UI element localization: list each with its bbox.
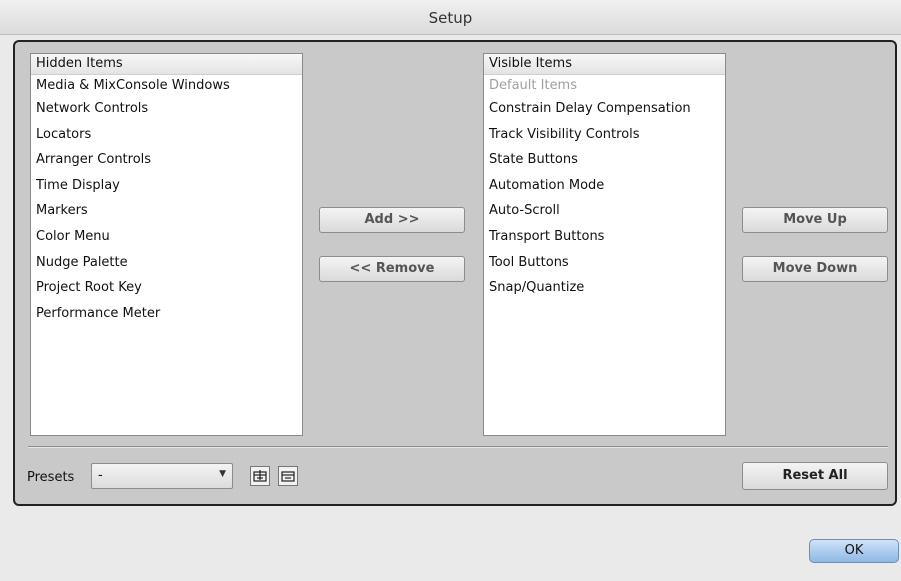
chevron-down-icon: ▼ xyxy=(219,469,226,479)
list-item[interactable]: Markers xyxy=(31,198,302,224)
delete-preset-icon xyxy=(281,471,295,482)
visible-items-header: Visible Items xyxy=(484,54,725,75)
move-up-button[interactable]: Move Up xyxy=(742,207,888,233)
list-item[interactable]: Performance Meter xyxy=(31,301,302,327)
hidden-items-header: Hidden Items xyxy=(31,54,302,75)
add-button[interactable]: Add >> xyxy=(319,207,465,233)
list-item[interactable]: Project Root Key xyxy=(31,275,302,301)
delete-preset-button[interactable] xyxy=(278,466,298,486)
visible-items-list[interactable]: Visible Items Default Items Constrain De… xyxy=(483,53,726,436)
list-item[interactable]: State Buttons xyxy=(484,147,725,173)
list-item[interactable]: Locators xyxy=(31,122,302,148)
save-preset-icon xyxy=(253,470,267,482)
list-item[interactable]: Constrain Delay Compensation xyxy=(484,96,725,122)
list-item[interactable]: Snap/Quantize xyxy=(484,275,725,301)
list-item[interactable]: Media & MixConsole Windows xyxy=(31,75,302,96)
list-item[interactable]: Time Display xyxy=(31,173,302,199)
setup-panel: Hidden Items Media & MixConsole Windows … xyxy=(13,40,897,506)
presets-label: Presets xyxy=(27,470,75,485)
list-item[interactable]: Transport Buttons xyxy=(484,224,725,250)
presets-select[interactable]: - ▼ xyxy=(91,463,233,489)
default-items-separator: Default Items xyxy=(489,78,577,93)
remove-button[interactable]: << Remove xyxy=(319,256,465,282)
list-item[interactable]: Arranger Controls xyxy=(31,147,302,173)
reset-all-button[interactable]: Reset All xyxy=(742,462,888,490)
save-preset-button[interactable] xyxy=(250,466,270,486)
list-item[interactable]: Nudge Palette xyxy=(31,250,302,276)
list-item[interactable]: Color Menu xyxy=(31,224,302,250)
move-down-button[interactable]: Move Down xyxy=(742,256,888,282)
panel-divider xyxy=(28,446,888,448)
ok-button[interactable]: OK xyxy=(809,539,899,563)
title-bar: Setup xyxy=(0,0,901,35)
window-title: Setup xyxy=(428,9,473,27)
presets-selected-value: - xyxy=(98,468,103,483)
list-item[interactable]: Tool Buttons xyxy=(484,250,725,276)
list-item[interactable]: Auto-Scroll xyxy=(484,198,725,224)
list-item[interactable]: Automation Mode xyxy=(484,173,725,199)
hidden-items-list[interactable]: Hidden Items Media & MixConsole Windows … xyxy=(30,53,303,436)
list-item[interactable]: Track Visibility Controls xyxy=(484,122,725,148)
list-item[interactable]: Network Controls xyxy=(31,96,302,122)
